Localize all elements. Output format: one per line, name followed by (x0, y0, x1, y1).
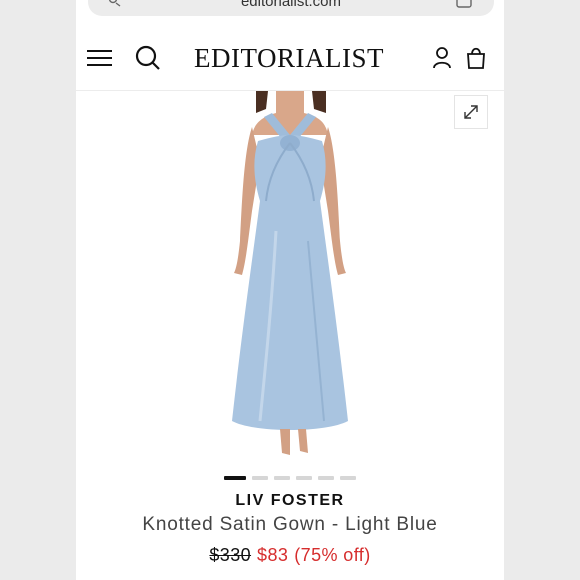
tabs-icon[interactable] (456, 0, 472, 8)
logo-text: EDITORIALIST (194, 42, 384, 73)
product-image[interactable] (76, 91, 504, 465)
browser-chrome: editorialist.com (76, 0, 504, 26)
url-text: editorialist.com (240, 0, 342, 10)
product-name: Knotted Satin Gown - Light Blue (142, 514, 438, 535)
bag-icon[interactable] (462, 44, 490, 72)
gallery-pagination (76, 476, 504, 482)
site-logo[interactable]: EDITORIALIST (194, 40, 384, 76)
product-brand[interactable]: LIV FOSTER (76, 492, 504, 510)
discount-label: (75% off) (294, 545, 371, 565)
gallery-dot[interactable] (318, 476, 334, 480)
product-image-gallery[interactable] (76, 91, 504, 465)
address-bar[interactable]: editorialist.com (88, 0, 494, 16)
account-icon[interactable] (428, 44, 456, 72)
gallery-dot[interactable] (296, 476, 312, 480)
original-price: $330 (209, 545, 252, 565)
search-icon[interactable] (134, 44, 162, 72)
menu-icon[interactable] (86, 44, 114, 72)
expand-icon (464, 105, 478, 119)
sale-price: $83 (257, 545, 289, 565)
mobile-page: editorialist.com EDITORIALIST LIV FOSTER… (76, 0, 504, 580)
product-price: $330 $83 (75% off) (76, 545, 504, 566)
site-header: EDITORIALIST (76, 26, 504, 91)
gallery-dot[interactable] (340, 476, 356, 480)
expand-image-button[interactable] (454, 95, 488, 129)
gallery-dot[interactable] (252, 476, 268, 480)
gallery-dot[interactable] (274, 476, 290, 480)
gallery-dot[interactable] (224, 476, 246, 480)
